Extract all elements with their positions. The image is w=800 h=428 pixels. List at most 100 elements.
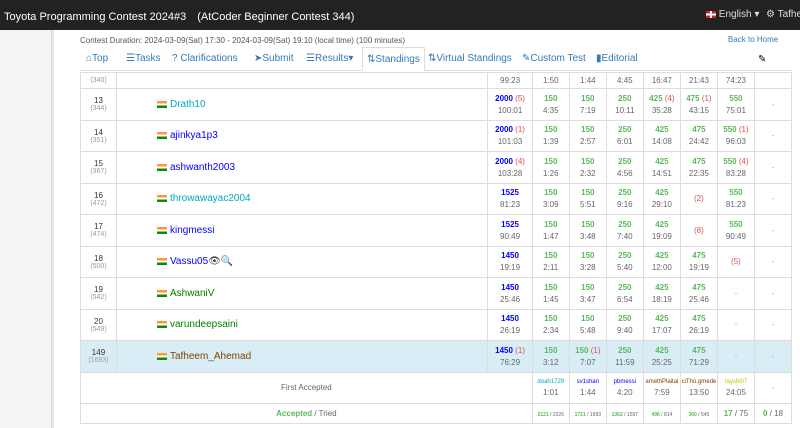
task-cell[interactable]: 250 11:59 [605,340,644,373]
task-cell[interactable]: 475 25:46 [679,277,718,310]
task-cell[interactable]: 550 81:23 [716,182,755,215]
standings-table-wrap[interactable]: (340) 99:23 1:50 1:44 4:45 16:47 21:43 7… [80,72,792,428]
tab-top[interactable]: ⌂Top [86,47,108,71]
task-cell[interactable]: 425 29:10 [642,182,681,215]
task-cell[interactable]: 150 2:32 [568,151,607,184]
contest-title[interactable]: Toyota Programming Contest 2024#3 (AtCod… [4,8,354,24]
user-link[interactable]: varundeepsaini [170,319,238,330]
task-cell[interactable]: 150 3:12 [531,340,570,373]
task-cell[interactable]: 250 9:16 [605,182,644,215]
task-cell[interactable]: 475 (1) 43:15 [679,88,718,121]
tab-submit[interactable]: ➤Submit [254,47,294,71]
task-cell[interactable]: 550 (1) 96:03 [716,119,755,152]
task-cell[interactable]: 250 5:40 [605,245,644,278]
task-cell[interactable]: 425 17:07 [642,308,681,341]
task-cell[interactable]: 150 7:19 [568,88,607,121]
user-link[interactable]: AshwaniV [170,288,214,299]
task-cell[interactable]: - [716,308,755,341]
task-cell[interactable]: 250 4:56 [605,151,644,184]
task-cell[interactable]: 250 10:11 [605,88,644,121]
task-cell[interactable]: 550 75:01 [716,88,755,121]
first-accepted-user[interactable]: amethPlaitai [644,379,680,385]
task-cell[interactable]: - [753,277,792,310]
task-cell[interactable]: 150 2:57 [568,119,607,152]
task-cell[interactable]: - [753,151,792,184]
task-cell[interactable]: (5) [716,245,755,278]
task-cell[interactable]: 150 3:47 [568,277,607,310]
task-cell[interactable]: 150 1:39 [531,119,570,152]
task-cell[interactable]: 150 5:48 [568,308,607,341]
tab-clarifications[interactable]: ? Clarifications [172,47,238,71]
task-cell[interactable]: 475 71:29 [679,340,718,373]
task-cell[interactable]: 250 6:01 [605,119,644,152]
task-cell[interactable]: 475 26:19 [679,308,718,341]
task-cell[interactable]: 150 3:28 [568,245,607,278]
tab-virtual-standings[interactable]: ⇅Virtual Standings [428,47,512,71]
total-time: 103:28 [497,168,523,178]
task-cell[interactable]: (2) [679,182,718,215]
first-accepted-user[interactable]: ciTho.gmede [681,379,717,385]
task-cell[interactable]: - [753,340,792,373]
task-cell[interactable]: - [716,340,755,373]
task-cell[interactable]: 150 5:51 [568,182,607,215]
task-cell[interactable]: 150 4:35 [531,88,570,121]
task-cell[interactable]: - [716,277,755,310]
tab-editorial[interactable]: ▮Editorial [596,47,638,71]
task-cell[interactable]: 150 (1) 7:07 [568,340,607,373]
task-cell[interactable]: - [753,182,792,215]
search-icon[interactable]: 🔍 [221,256,233,267]
eye-icon[interactable]: 👁 [208,256,221,267]
task-cell[interactable]: 250 6:54 [605,277,644,310]
task-cell[interactable]: 550 90:49 [716,214,755,247]
task-cell[interactable]: 425 12:00 [642,245,681,278]
task-cell[interactable]: 150 2:34 [531,308,570,341]
first-accepted-user[interactable]: rayshi07 [718,379,754,385]
first-accepted-user[interactable]: sv1shan [570,379,606,385]
task-cell[interactable]: 425 (4) 35:28 [642,88,681,121]
no-submission: - [734,320,738,330]
task-cell[interactable]: 150 1:26 [531,151,570,184]
first-accepted-user[interactable]: doah1729 [533,379,569,385]
first-accepted-cell: amethPlaitai 7:59 [642,371,681,404]
user-link[interactable]: Vassu05 [170,256,208,267]
task-cell[interactable]: 475 19:19 [679,245,718,278]
task-cell[interactable]: 150 3:48 [568,214,607,247]
task-cell[interactable]: - [753,308,792,341]
tab-results[interactable]: ☰Results▾ [306,47,353,71]
task-cell[interactable]: 150 3:09 [531,182,570,215]
back-to-home-link[interactable]: Back to Home [728,35,778,44]
task-cell[interactable]: - [753,214,792,247]
task-cell[interactable]: 425 25:25 [642,340,681,373]
user-link[interactable]: Tafheem_Ahemad [170,351,251,362]
task-cell[interactable]: 150 1:47 [531,214,570,247]
task-time: 19:19 [688,263,709,273]
task-cell[interactable]: 550 (4) 83:28 [716,151,755,184]
task-cell[interactable]: 475 22:35 [679,151,718,184]
task-cell[interactable]: - [753,119,792,152]
user-link[interactable]: throwawayac2004 [170,193,251,204]
task-cell[interactable]: (8) [679,214,718,247]
user-link[interactable]: ajinkya1p3 [170,130,218,141]
task-cell[interactable]: 150 2:11 [531,245,570,278]
task-cell[interactable]: 425 18:19 [642,277,681,310]
tab-custom-test[interactable]: ✎Custom Test [522,47,586,71]
task-cell[interactable]: 425 19:09 [642,214,681,247]
tab-standings[interactable]: ⇅Standings [362,47,425,71]
task-cell[interactable]: 250 7:40 [605,214,644,247]
task-cell[interactable]: - [753,88,792,121]
rank-sub: (542) [90,294,107,302]
pin-icon[interactable]: ✎ [758,54,766,65]
user-menu[interactable]: ⚙ Tafheem [766,9,800,20]
task-cell[interactable]: 250 9:40 [605,308,644,341]
user-link[interactable]: ashwanth2003 [170,162,235,173]
user-link[interactable]: Drath10 [170,99,206,110]
user-link[interactable]: kingmessi [170,225,214,236]
language-selector[interactable]: English ▾ [706,9,759,20]
first-accepted-user[interactable]: pbmessi [607,379,643,385]
task-cell[interactable]: - [753,245,792,278]
task-cell[interactable]: 425 14:51 [642,151,681,184]
tab-tasks[interactable]: ☰Tasks [126,47,161,71]
task-cell[interactable]: 475 24:42 [679,119,718,152]
task-cell[interactable]: 150 1:45 [531,277,570,310]
task-cell[interactable]: 425 14:08 [642,119,681,152]
